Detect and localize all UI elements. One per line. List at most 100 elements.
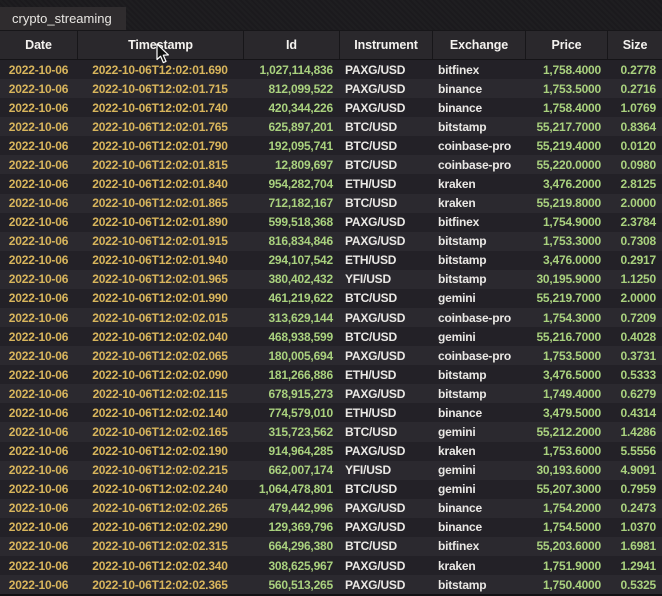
table-row[interactable]: 2022-10-062022-10-06T12:02:02.090181,266… (0, 365, 662, 384)
cell-date: 2022-10-06 (0, 117, 77, 136)
table-body: 2022-10-062022-10-06T12:02:01.6901,027,1… (0, 60, 662, 594)
table-row[interactable]: 2022-10-062022-10-06T12:02:01.81512,809,… (0, 155, 662, 174)
app-window: crypto_streaming DateTimestampIdInstrume… (0, 0, 662, 596)
cell-size: 1.6981 (607, 537, 662, 556)
table-row[interactable]: 2022-10-062022-10-06T12:02:02.365560,513… (0, 575, 662, 594)
cell-date: 2022-10-06 (0, 499, 77, 518)
table-row[interactable]: 2022-10-062022-10-06T12:02:02.340308,625… (0, 556, 662, 575)
cell-instrument: PAXG/USD (339, 232, 432, 251)
cell-price: 55,217.7000 (525, 117, 607, 136)
cell-date: 2022-10-06 (0, 308, 77, 327)
cell-date: 2022-10-06 (0, 289, 77, 308)
column-header-id[interactable]: Id (243, 31, 339, 59)
table-row[interactable]: 2022-10-062022-10-06T12:02:01.790192,095… (0, 136, 662, 155)
cell-timestamp: 2022-10-06T12:02:02.265 (77, 499, 243, 518)
cell-id: 420,344,226 (243, 98, 339, 117)
cell-exchange: gemini (432, 289, 525, 308)
table-row[interactable]: 2022-10-062022-10-06T12:02:02.115678,915… (0, 384, 662, 403)
cell-size: 4.9091 (607, 461, 662, 480)
cell-id: 914,964,285 (243, 442, 339, 461)
cell-price: 55,219.4000 (525, 136, 607, 155)
table-row[interactable]: 2022-10-062022-10-06T12:02:02.290129,369… (0, 518, 662, 537)
cell-date: 2022-10-06 (0, 575, 77, 594)
column-header-price[interactable]: Price (525, 31, 607, 59)
table-row[interactable]: 2022-10-062022-10-06T12:02:02.315664,296… (0, 537, 662, 556)
cell-date: 2022-10-06 (0, 60, 77, 79)
cell-price: 55,216.7000 (525, 327, 607, 346)
cell-size: 1.1250 (607, 270, 662, 289)
cell-exchange: binance (432, 403, 525, 422)
cell-price: 1,753.3000 (525, 232, 607, 251)
table-row[interactable]: 2022-10-062022-10-06T12:02:02.040468,938… (0, 327, 662, 346)
table-row[interactable]: 2022-10-062022-10-06T12:02:01.965380,402… (0, 270, 662, 289)
cell-size: 0.8364 (607, 117, 662, 136)
cell-timestamp: 2022-10-06T12:02:01.765 (77, 117, 243, 136)
cell-exchange: kraken (432, 194, 525, 213)
cell-size: 2.0000 (607, 194, 662, 213)
cell-instrument: BTC/USD (339, 327, 432, 346)
table-row[interactable]: 2022-10-062022-10-06T12:02:02.140774,579… (0, 403, 662, 422)
cell-timestamp: 2022-10-06T12:02:02.215 (77, 461, 243, 480)
cell-timestamp: 2022-10-06T12:02:02.240 (77, 480, 243, 499)
cell-size: 1.0370 (607, 518, 662, 537)
cell-exchange: binance (432, 518, 525, 537)
tab-crypto-streaming[interactable]: crypto_streaming (0, 7, 126, 30)
cell-exchange: binance (432, 98, 525, 117)
cell-price: 55,220.0000 (525, 155, 607, 174)
cell-size: 0.7959 (607, 480, 662, 499)
table-row[interactable]: 2022-10-062022-10-06T12:02:02.165315,723… (0, 422, 662, 441)
cell-exchange: coinbase-pro (432, 155, 525, 174)
table-row[interactable]: 2022-10-062022-10-06T12:02:01.915816,834… (0, 232, 662, 251)
table-row[interactable]: 2022-10-062022-10-06T12:02:02.190914,964… (0, 442, 662, 461)
table-row[interactable]: 2022-10-062022-10-06T12:02:01.6901,027,1… (0, 60, 662, 79)
cell-timestamp: 2022-10-06T12:02:02.340 (77, 556, 243, 575)
cell-timestamp: 2022-10-06T12:02:01.965 (77, 270, 243, 289)
cell-price: 1,758.4000 (525, 60, 607, 79)
table-row[interactable]: 2022-10-062022-10-06T12:02:01.715812,099… (0, 79, 662, 98)
table-row[interactable]: 2022-10-062022-10-06T12:02:02.015313,629… (0, 308, 662, 327)
column-header-exchange[interactable]: Exchange (432, 31, 525, 59)
column-header-timestamp[interactable]: Timestamp (77, 31, 243, 59)
table-row[interactable]: 2022-10-062022-10-06T12:02:01.740420,344… (0, 98, 662, 117)
table-row[interactable]: 2022-10-062022-10-06T12:02:02.065180,005… (0, 346, 662, 365)
cell-timestamp: 2022-10-06T12:02:02.090 (77, 365, 243, 384)
cell-instrument: PAXG/USD (339, 575, 432, 594)
table-row[interactable]: 2022-10-062022-10-06T12:02:02.2401,064,4… (0, 480, 662, 499)
cell-id: 129,369,796 (243, 518, 339, 537)
cell-timestamp: 2022-10-06T12:02:01.915 (77, 232, 243, 251)
table-row[interactable]: 2022-10-062022-10-06T12:02:02.265479,442… (0, 499, 662, 518)
cell-exchange: gemini (432, 422, 525, 441)
cell-size: 2.3784 (607, 213, 662, 232)
cell-timestamp: 2022-10-06T12:02:01.815 (77, 155, 243, 174)
cell-size: 1.0769 (607, 98, 662, 117)
cell-exchange: binance (432, 79, 525, 98)
column-header-instrument[interactable]: Instrument (339, 31, 432, 59)
table-row[interactable]: 2022-10-062022-10-06T12:02:01.765625,897… (0, 117, 662, 136)
table-row[interactable]: 2022-10-062022-10-06T12:02:01.865712,182… (0, 194, 662, 213)
table-row[interactable]: 2022-10-062022-10-06T12:02:01.890599,518… (0, 213, 662, 232)
cell-date: 2022-10-06 (0, 403, 77, 422)
cell-date: 2022-10-06 (0, 155, 77, 174)
cell-size: 0.3731 (607, 346, 662, 365)
table-row[interactable]: 2022-10-062022-10-06T12:02:01.840954,282… (0, 174, 662, 193)
cell-id: 461,219,622 (243, 289, 339, 308)
cell-timestamp: 2022-10-06T12:02:01.690 (77, 60, 243, 79)
cell-id: 662,007,174 (243, 461, 339, 480)
cell-exchange: binance (432, 499, 525, 518)
cell-date: 2022-10-06 (0, 213, 77, 232)
cell-id: 380,402,432 (243, 270, 339, 289)
cell-timestamp: 2022-10-06T12:02:02.190 (77, 442, 243, 461)
cell-id: 599,518,368 (243, 213, 339, 232)
cell-size: 0.2716 (607, 79, 662, 98)
cell-size: 0.7308 (607, 232, 662, 251)
cell-timestamp: 2022-10-06T12:02:02.315 (77, 537, 243, 556)
table-row[interactable]: 2022-10-062022-10-06T12:02:02.215662,007… (0, 461, 662, 480)
cell-price: 1,753.5000 (525, 346, 607, 365)
table-row[interactable]: 2022-10-062022-10-06T12:02:01.940294,107… (0, 251, 662, 270)
cell-price: 1,754.9000 (525, 213, 607, 232)
column-header-size[interactable]: Size (607, 31, 662, 59)
column-header-date[interactable]: Date (0, 31, 77, 59)
cell-size: 2.0000 (607, 289, 662, 308)
table-row[interactable]: 2022-10-062022-10-06T12:02:01.990461,219… (0, 289, 662, 308)
cell-price: 30,193.6000 (525, 461, 607, 480)
